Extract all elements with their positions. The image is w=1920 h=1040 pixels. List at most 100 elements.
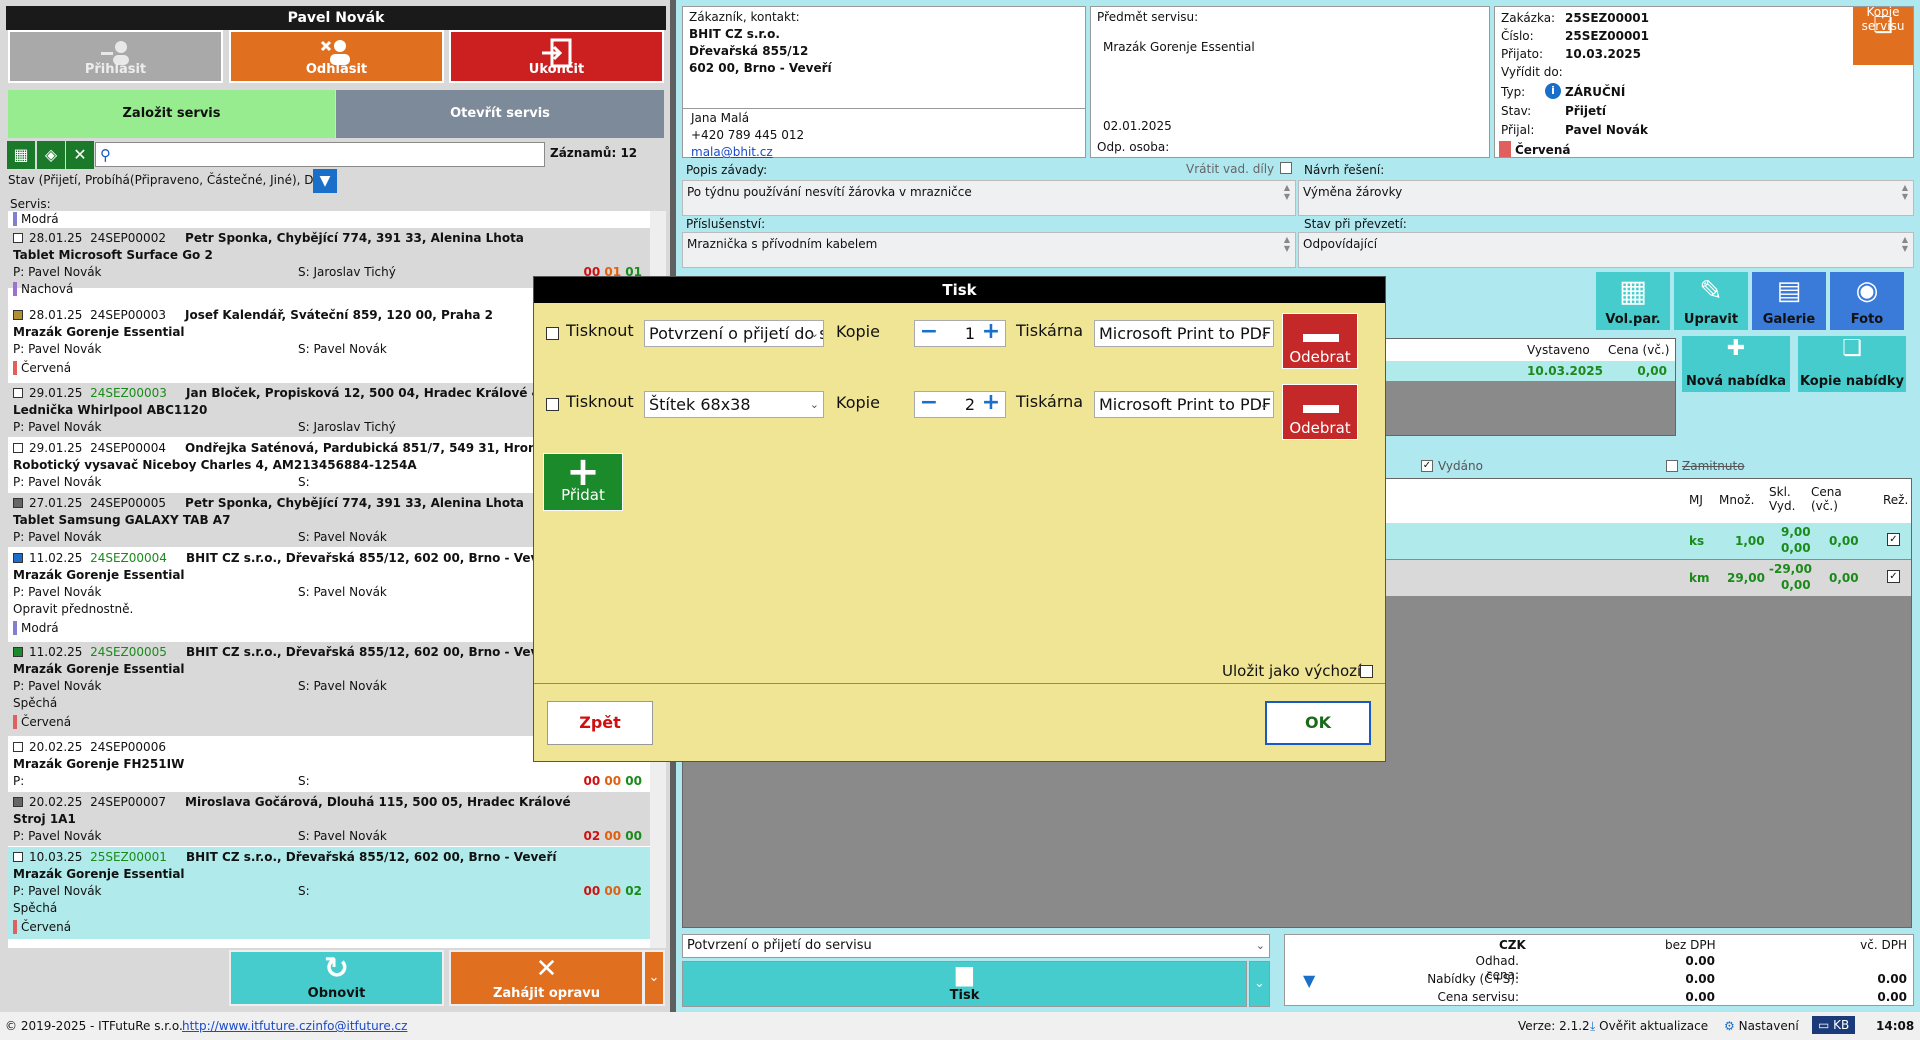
save-default-checkbox[interactable] <box>1360 665 1373 678</box>
start-repair-button[interactable]: ✕ Zahájit opravu <box>449 950 644 1006</box>
printer-select[interactable]: Microsoft Print to PDF ⌄ <box>1094 320 1274 347</box>
list-item[interactable]: Modrá <box>8 211 650 227</box>
copy-service-button[interactable]: ❏ Kopie servisu <box>1853 5 1913 65</box>
chevron-down-icon[interactable]: ⌄ <box>1249 961 1270 1007</box>
solution-field[interactable]: Výměna žárovky ▲ ▼ <box>1298 180 1914 216</box>
intake-state-field[interactable]: Odpovídající ▲ ▼ <box>1298 232 1914 268</box>
subject-date: 02.01.2025 <box>1103 119 1172 133</box>
keyboard-indicator[interactable]: ▭ KB <box>1812 1016 1856 1034</box>
totals-box: CZK bez DPH vč. DPH ▼ Odhad. cena: 0.00 … <box>1284 934 1914 1006</box>
logout-button[interactable]: Odhlásit <box>229 30 444 83</box>
remove-button[interactable]: Odebrat <box>1282 313 1358 369</box>
filter-icon[interactable]: ▼ <box>313 169 337 193</box>
info-icon[interactable]: i <box>1545 83 1561 99</box>
keyboard-icon: ▭ <box>1818 1018 1830 1032</box>
grid-icon[interactable]: ▦ <box>7 141 35 169</box>
gallery-button[interactable]: ▤ Galerie <box>1752 272 1826 330</box>
customer-box: Zákazník, kontakt: BHIT CZ s.r.o. Dřevař… <box>682 6 1086 159</box>
ok-button[interactable]: OK <box>1265 701 1371 745</box>
tools-icon[interactable]: ✕ <box>66 141 94 169</box>
user-title: Pavel Novák <box>6 6 666 30</box>
document-plus-icon: ✚ <box>1726 336 1746 361</box>
website-link[interactable]: http://www.itfuture.cz <box>182 1019 312 1033</box>
printer-icon: ▆ <box>956 962 973 987</box>
servis-label: Servis: <box>10 197 51 211</box>
print-checkbox[interactable] <box>546 398 559 411</box>
chevron-down-icon[interactable]: ⌄ <box>643 950 665 1006</box>
photo-button[interactable]: ◉ Foto <box>1830 272 1904 330</box>
quit-label: Ukončit <box>528 62 585 77</box>
settings-button[interactable]: ⚙ Nastavení <box>1724 1019 1799 1033</box>
edit-button[interactable]: ✎ Upravit <box>1674 272 1748 330</box>
copy-offer-button[interactable]: ❏ Kopie nabídky <box>1798 336 1906 392</box>
back-button[interactable]: Zpět <box>547 701 653 745</box>
list-item[interactable]: 20.02.25 24SEP00007 Miroslava Gočárová, … <box>8 792 650 846</box>
subject-value: Mrazák Gorenje Essential <box>1103 40 1255 54</box>
minus-icon[interactable]: − <box>917 392 941 417</box>
issued-checkbox[interactable]: ✓ <box>1421 460 1433 472</box>
offers-table[interactable]: Vystaveno Cena (vč.) 10.03.2025 0,00 <box>1376 338 1676 436</box>
divider <box>534 683 1385 684</box>
tools-icon: ✕ <box>535 954 558 984</box>
rez-checkbox[interactable]: ✓ <box>1887 533 1900 546</box>
subject-box: Předmět servisu: Mrazák Gorenje Essentia… <box>1090 6 1490 158</box>
print-row: Tisknout Štítek 68x38 ⌄ Kopie − 2 + Tiská… <box>534 384 1385 444</box>
record-color-label: Nachová <box>21 282 74 296</box>
minus-icon[interactable]: − <box>917 321 941 346</box>
return-parts-checkbox[interactable] <box>1280 162 1292 174</box>
copies-stepper[interactable]: − 2 + <box>914 391 1006 418</box>
list-item-selected[interactable]: 10.03.25 25SEZ00001 BHIT CZ s.r.o., Dřev… <box>8 847 650 939</box>
minus-icon <box>1303 334 1339 342</box>
quit-button[interactable]: Ukončit <box>449 30 664 83</box>
contact-email[interactable]: mala@bhit.cz <box>691 145 773 159</box>
search-icon: ⚲ <box>100 146 111 164</box>
grid-icon: ▦ <box>1618 274 1648 309</box>
plus-icon: + <box>566 449 600 495</box>
order-box: Zakázka: 25SEZ00001 Číslo: 25SEZ00001 Přij… <box>1494 5 1914 158</box>
document-select[interactable]: Potvrzení o přijetí do servisu⌄ <box>644 320 824 347</box>
accessories-field[interactable]: Mraznička s přívodním kabelem ▲ ▼ <box>682 232 1296 268</box>
rejected-checkbox[interactable] <box>1666 460 1678 472</box>
box-icon[interactable]: ◈ <box>37 141 65 169</box>
update-button[interactable]: ⤓ Ověřit aktualizace <box>1590 1019 1708 1034</box>
new-offer-button[interactable]: ✚ Nová nabídka <box>1682 336 1790 392</box>
refresh-button[interactable]: ↻ Obnovit <box>229 950 444 1006</box>
plus-icon[interactable]: + <box>979 321 1003 346</box>
login-button[interactable]: Přihlásit <box>8 30 223 83</box>
tab-create-service[interactable]: Založit servis <box>8 90 335 138</box>
print-checkbox[interactable] <box>546 327 559 340</box>
filter-state[interactable]: Stav (Přijetí, Probíhá(Připraveno, Částe… <box>8 173 314 187</box>
record-device: Tablet Microsoft Surface Go 2 <box>13 248 213 262</box>
print-doc-select[interactable]: Potvrzení o přijetí do servisu ⌄ <box>682 934 1270 958</box>
document-select[interactable]: Štítek 68x38 ⌄ <box>644 391 824 418</box>
record-customer: Petr Sponka, Chybějící 774, 391 33, Alen… <box>185 231 524 245</box>
print-button[interactable]: ▆ Tisk <box>682 961 1247 1007</box>
rez-checkbox[interactable]: ✓ <box>1887 570 1900 583</box>
record-p: P: Pavel Novák <box>13 265 102 279</box>
record-s: S: Jaroslav Tichý <box>298 265 396 279</box>
vol-par-button[interactable]: ▦ Vol.par. <box>1596 272 1670 330</box>
camera-icon: ◉ <box>1855 276 1879 306</box>
gear-icon: ⚙ <box>1724 1019 1735 1033</box>
pencil-icon: ✎ <box>1699 274 1723 307</box>
copy-icon: ❏ <box>1842 336 1862 361</box>
add-button[interactable]: + Přidat <box>543 449 623 511</box>
order-color-label: Červená <box>1515 143 1571 157</box>
filter-icon[interactable]: ▼ <box>1303 971 1315 990</box>
plus-icon[interactable]: + <box>979 392 1003 417</box>
email-link[interactable]: info@itfuture.cz <box>312 1019 407 1033</box>
tab-open-service[interactable]: Otevřít servis <box>336 90 664 138</box>
print-dialog: Tisk Tisknout Potvrzení o přijetí do ser… <box>534 277 1385 761</box>
dialog-title: Tisk <box>534 277 1385 303</box>
fault-description-field[interactable]: Po týdnu používání nesvítí žárovka v mra… <box>682 180 1296 216</box>
search-input[interactable]: ⚲ <box>95 142 545 167</box>
contact-name: Jana Malá <box>691 111 750 125</box>
remove-button[interactable]: Odebrat <box>1282 384 1358 440</box>
download-icon: ⤓ <box>1590 1019 1596 1033</box>
clock: 14:08 <box>1876 1019 1915 1033</box>
logout-label: Odhlásit <box>305 62 368 77</box>
copies-stepper[interactable]: − 1 + <box>914 320 1006 347</box>
printer-select[interactable]: Microsoft Print to PDF ⌄ <box>1094 391 1274 418</box>
gallery-icon: ▤ <box>1776 276 1802 306</box>
refresh-icon: ↻ <box>323 951 350 986</box>
